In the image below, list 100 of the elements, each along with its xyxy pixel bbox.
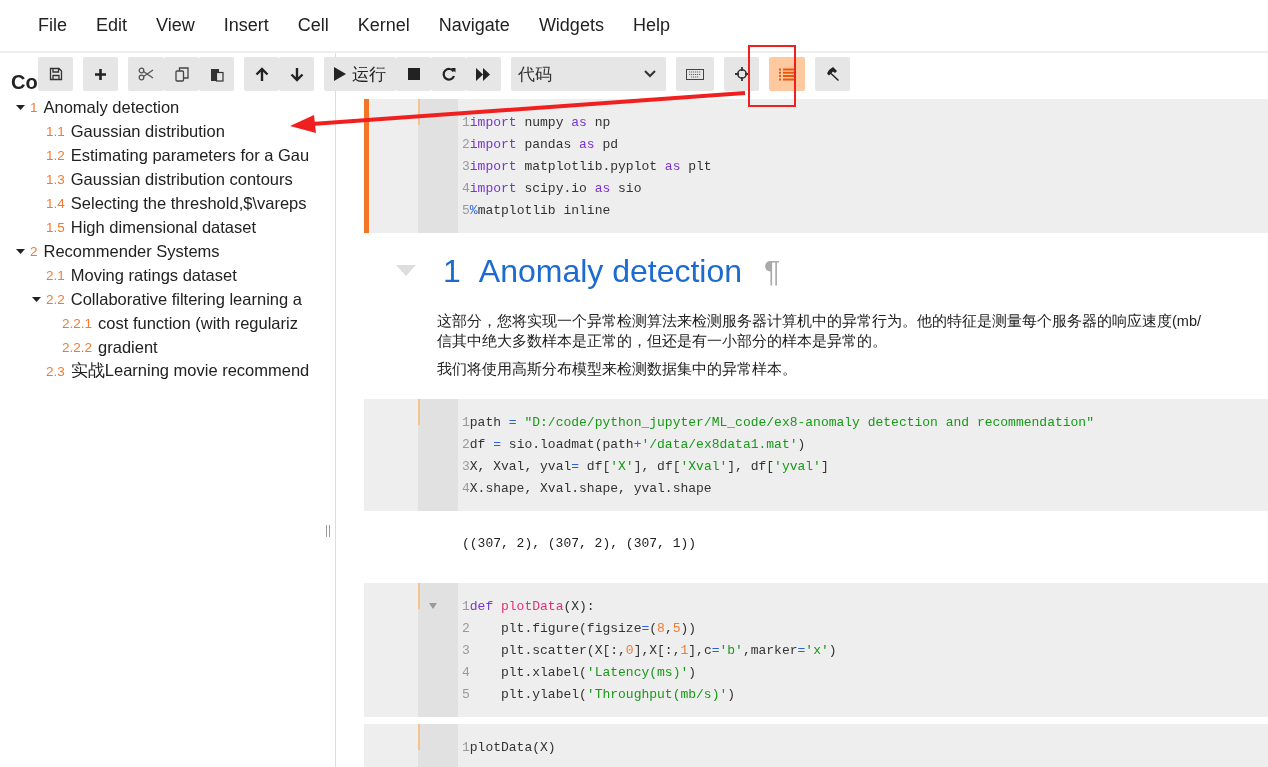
section-number: 1.5	[46, 219, 65, 235]
resize-handle-icon[interactable]	[326, 525, 330, 537]
code-line: plt.scatter(X[:,0],X[:,1],c='b',marker='x')	[500, 642, 837, 658]
move-up-button[interactable]	[244, 57, 279, 91]
code-line: import matplotlib.pyplot as plt	[469, 158, 712, 174]
code-line: def plotData(X):	[469, 598, 595, 614]
toc-item[interactable]: Gaussian distribution contours	[70, 169, 293, 189]
plus-icon	[94, 67, 107, 81]
code-cell[interactable]: 1def plotData(X): 2 plt.figure(figsize=(8,5)) 3 plt.scatter(X[:,0],X[:,1],c='b',marker='x') 4 plt.xlabel('Latency(ms)') 5 plt.ylabel('Throughput(mb/s)')	[364, 583, 1268, 717]
save-button[interactable]	[38, 57, 73, 91]
line-number: 3	[462, 158, 470, 174]
cell-marker	[418, 399, 420, 425]
add-cell-button[interactable]	[83, 57, 118, 91]
clipboard-icon	[209, 66, 224, 82]
code-line: df = sio.loadmat(path+'/data/ex8data1.mat')	[469, 436, 806, 452]
line-number: 1	[462, 114, 470, 130]
section-number: 2.1	[46, 267, 65, 283]
section-number: 2	[30, 243, 38, 259]
list-icon	[779, 67, 795, 81]
menu-item[interactable]: Insert	[223, 15, 269, 36]
menu-item[interactable]: Edit	[96, 15, 128, 36]
toc-title: Co	[11, 71, 38, 95]
code-line: import numpy as np	[469, 114, 611, 130]
menu-item[interactable]: Widgets	[538, 15, 604, 36]
line-number: 4	[462, 480, 470, 496]
code-line: plt.xlabel('Latency(ms)')	[500, 664, 697, 680]
heading-number: 1	[443, 252, 461, 290]
caret-icon[interactable]	[16, 246, 25, 256]
line-number: 4	[462, 180, 470, 196]
menu-item[interactable]: View	[156, 15, 195, 36]
line-number: 5	[462, 202, 470, 218]
hammer-icon	[825, 67, 840, 81]
toc-toggle-button[interactable]	[769, 57, 805, 91]
chevron-down-icon	[644, 70, 656, 78]
run-button[interactable]: 运行	[324, 57, 396, 91]
line-number: 1	[462, 414, 470, 430]
code-line: %matplotlib inline	[469, 202, 611, 218]
menu-item[interactable]: File	[38, 15, 67, 36]
menu-item[interactable]: Kernel	[357, 15, 410, 36]
code-cell[interactable]: 1plotData(X)	[364, 724, 1268, 767]
caret-icon[interactable]	[32, 294, 41, 304]
toc-item[interactable]: High dimensional dataset	[70, 217, 257, 237]
code-line: import scipy.io as sio	[469, 180, 642, 196]
restart-icon	[441, 67, 456, 81]
paragraph: 我们将使用高斯分布模型来检测数据集中的异常样本。	[436, 360, 798, 379]
toc-item[interactable]: gradient	[98, 337, 158, 357]
line-number: 2	[462, 136, 470, 152]
code-line: X, Xval, yval= df['X'], df['Xval'], df['yval']	[469, 458, 829, 474]
hammer-button[interactable]	[815, 57, 850, 91]
section-number: 2.2.1	[62, 315, 93, 331]
line-number: 1	[462, 739, 470, 755]
toc-item[interactable]: Collaborative filtering learning a	[70, 289, 302, 309]
code-line: plt.ylabel('Throughput(mb/s)')	[500, 686, 736, 702]
section-number: 2.2.2	[62, 339, 93, 355]
line-number: 1	[462, 598, 470, 614]
menu-item[interactable]: Navigate	[438, 15, 510, 36]
paste-button[interactable]	[199, 57, 234, 91]
line-number: 2	[462, 620, 470, 636]
toc-item[interactable]: Anomaly detection	[43, 97, 180, 117]
section-number: 2.2	[46, 291, 65, 307]
keyboard-button[interactable]	[676, 57, 714, 91]
toc-item[interactable]: 实战Learning movie recommend	[70, 360, 310, 382]
menu-item[interactable]: Cell	[297, 15, 329, 36]
code-line: plotData(X)	[469, 739, 556, 755]
code-cell[interactable]: 1import numpy as np 2import pandas as pd 3import matplotlib.pyplot as plt 4import scipy.io as sio 5%matplotlib inline	[364, 99, 1268, 233]
menu-item[interactable]: Help	[632, 15, 670, 36]
keyboard-icon	[686, 68, 704, 80]
cell-type-dropdown[interactable]: 代码	[511, 57, 666, 91]
line-number: 4	[462, 664, 470, 680]
toc-item[interactable]: Moving ratings dataset	[70, 265, 237, 285]
cell-marker	[418, 724, 420, 750]
toc-item[interactable]: Gaussian distribution	[70, 121, 225, 141]
code-cell[interactable]	[364, 399, 1268, 511]
toc-item[interactable]: Estimating parameters for a Gau	[70, 145, 310, 165]
section-number: 1	[30, 99, 38, 115]
line-number: 2	[462, 436, 470, 452]
move-down-button[interactable]	[279, 57, 314, 91]
toc-item[interactable]: cost function (with regulariz	[98, 313, 298, 333]
save-icon	[48, 67, 63, 81]
scissors-icon	[138, 67, 154, 81]
line-number: 3	[462, 642, 470, 658]
code-line: path = "D:/code/python_jupyter/ML_code/ex8-anomaly detection and recommendation"	[469, 414, 1094, 430]
line-number: 3	[462, 458, 470, 474]
crosshair-button[interactable]	[724, 57, 759, 91]
caret-icon[interactable]	[16, 102, 25, 112]
cut-button[interactable]	[128, 57, 164, 91]
toc-item[interactable]: Recommender Systems	[43, 241, 220, 261]
copy-icon	[174, 66, 189, 82]
code-line: plt.figure(figsize=(8,5))	[500, 620, 697, 636]
play-icon	[334, 67, 346, 81]
section-number: 2.3	[46, 363, 65, 379]
code-line: X.shape, Xval.shape, yval.shape	[469, 480, 712, 496]
fast-forward-button[interactable]	[466, 57, 501, 91]
stop-icon	[407, 68, 420, 80]
paragraph: 这部分，您将实现一个异常检测算法来检测服务器计算机中的异常行为。他的特征是测量每个服务器的响应速度(mb/ 信其中绝大多数样本是正常的，但还是有一小部分的样本是异常的。	[436, 312, 1202, 351]
line-number: 5	[462, 686, 470, 702]
arrow-up-icon	[254, 66, 269, 82]
toc-item[interactable]: Selecting the threshold,$\vareps	[70, 193, 307, 213]
output-text: ((307, 2), (307, 2), (307, 1))	[462, 536, 697, 551]
section-number: 1.2	[46, 147, 65, 163]
